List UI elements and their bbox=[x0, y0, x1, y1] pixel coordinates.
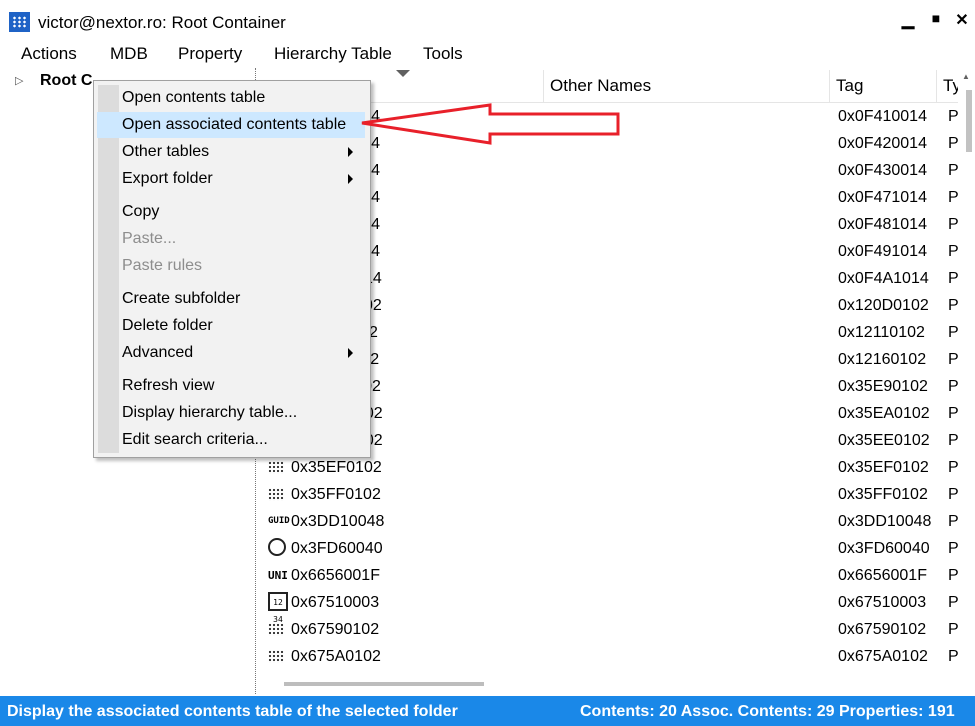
status-counts: Contents: 20 Assoc. Contents: 29 Propert… bbox=[580, 703, 955, 720]
menu-tools[interactable]: Tools bbox=[423, 44, 463, 64]
menu-item-refresh-view[interactable]: Refresh view bbox=[97, 373, 365, 399]
horizontal-scroll-thumb[interactable] bbox=[284, 682, 484, 686]
row-tag: 0x0F491014 bbox=[838, 243, 927, 260]
menu-item-label: Paste... bbox=[122, 230, 177, 247]
menu-property[interactable]: Property bbox=[178, 44, 242, 64]
table-row[interactable]: 0x35EF0102 0x35EF0102 P bbox=[258, 454, 959, 481]
menu-item-label: Export folder bbox=[122, 170, 213, 187]
row-name: 0x3DD10048 bbox=[291, 513, 385, 530]
column-header-tag[interactable]: Tag bbox=[829, 70, 936, 102]
menu-item-label: Other tables bbox=[122, 143, 210, 160]
menu-item-paste: Paste... bbox=[97, 226, 365, 252]
row-tag: 0x3DD10048 bbox=[838, 513, 932, 530]
tree-item-root-container[interactable]: Root C bbox=[40, 72, 92, 90]
menu-item-copy[interactable]: Copy bbox=[97, 199, 365, 225]
row-tag: 0x675A0102 bbox=[838, 648, 928, 665]
row-tag: 0x12110102 bbox=[838, 324, 925, 341]
table-row[interactable]: 0x35FF0102 0x35FF0102 P bbox=[258, 481, 959, 508]
title-bar: victor@nextor.ro: Root Container ▁ ■ ✕ bbox=[0, 0, 975, 40]
row-tag: 0x0F420014 bbox=[838, 135, 927, 152]
menu-item-export-folder[interactable]: Export folder bbox=[97, 166, 365, 192]
menu-item-edit-search-criteria[interactable]: Edit search criteria... bbox=[97, 427, 365, 453]
minimize-button[interactable]: ▁ bbox=[898, 10, 918, 32]
row-tag: 0x0F481014 bbox=[838, 216, 927, 233]
menu-item-label: Advanced bbox=[122, 344, 194, 361]
row-tag: 0x3FD60040 bbox=[838, 540, 930, 557]
tree-expand-icon[interactable]: ▷ bbox=[15, 74, 23, 87]
table-row[interactable]: 12 34 0x67510003 0x67510003 P bbox=[258, 589, 959, 624]
row-tag: 0x35EA0102 bbox=[838, 405, 930, 422]
maximize-button[interactable]: ■ bbox=[926, 10, 946, 32]
annotation-arrow-icon bbox=[361, 103, 620, 145]
row-tag: 0x0F4A1014 bbox=[838, 270, 929, 287]
row-tag: 0x67590102 bbox=[838, 621, 927, 638]
scroll-up-icon[interactable]: ▲ bbox=[962, 72, 970, 81]
binary-icon bbox=[268, 650, 284, 663]
row-name: 0x35EF0102 bbox=[291, 459, 382, 476]
status-message: Display the associated contents table of… bbox=[7, 703, 458, 720]
menu-hierarchy-table[interactable]: Hierarchy Table bbox=[274, 44, 392, 64]
menu-mdb[interactable]: MDB bbox=[110, 44, 148, 64]
row-tag: 0x35EE0102 bbox=[838, 432, 930, 449]
menu-item-delete-folder[interactable]: Delete folder bbox=[97, 313, 365, 339]
row-tag: 0x6656001F bbox=[838, 567, 927, 584]
menu-item-advanced[interactable]: Advanced bbox=[97, 340, 365, 366]
unicode-icon: UNI bbox=[268, 569, 288, 582]
menu-item-create-subfolder[interactable]: Create subfolder bbox=[97, 286, 365, 312]
integer-icon: 12 34 bbox=[268, 592, 288, 624]
row-name: 0x67590102 bbox=[291, 621, 380, 638]
menu-item-other-tables[interactable]: Other tables bbox=[97, 139, 365, 165]
column-header-other-names[interactable]: Other Names bbox=[543, 70, 829, 102]
close-button[interactable]: ✕ bbox=[952, 10, 972, 32]
window-title: victor@nextor.ro: Root Container bbox=[38, 13, 286, 32]
table-row[interactable]: 0x3FD60040 0x3FD60040 P bbox=[258, 535, 959, 562]
row-name: 0x67510003 bbox=[291, 594, 380, 611]
row-tag: 0x12160102 bbox=[838, 351, 927, 368]
row-tag: 0x67510003 bbox=[838, 594, 927, 611]
menu-item-label: Open associated contents table bbox=[122, 116, 347, 133]
app-icon bbox=[9, 12, 30, 32]
menu-item-label: Open contents table bbox=[122, 89, 266, 106]
row-tag: 0x120D0102 bbox=[838, 297, 929, 314]
menu-item-label: Refresh view bbox=[122, 377, 215, 394]
menu-item-open-contents-table[interactable]: Open contents table bbox=[97, 85, 365, 111]
vertical-scrollbar[interactable] bbox=[958, 70, 975, 694]
menu-item-paste-rules: Paste rules bbox=[97, 253, 365, 279]
table-row[interactable]: 0x675A0102 0x675A0102 P bbox=[258, 643, 959, 670]
row-name: 0x675A0102 bbox=[291, 648, 381, 665]
sort-down-icon bbox=[396, 70, 410, 77]
vertical-scroll-thumb[interactable] bbox=[966, 90, 972, 152]
row-name: 0x3FD60040 bbox=[291, 540, 383, 557]
row-tag: 0x0F430014 bbox=[838, 162, 927, 179]
row-name: 0x6656001F bbox=[291, 567, 380, 584]
binary-icon bbox=[268, 623, 284, 636]
guid-icon: GUID bbox=[268, 516, 290, 526]
binary-icon bbox=[268, 461, 284, 474]
menu-item-label: Paste rules bbox=[122, 257, 203, 274]
menu-item-open-associated-contents-table[interactable]: Open associated contents table bbox=[97, 112, 365, 138]
menu-item-display-hierarchy-table[interactable]: Display hierarchy table... bbox=[97, 400, 365, 426]
row-name: 0x35FF0102 bbox=[291, 486, 381, 503]
submenu-arrow-icon bbox=[348, 147, 353, 157]
menu-item-label: Copy bbox=[122, 203, 160, 220]
submenu-arrow-icon bbox=[348, 174, 353, 184]
binary-icon bbox=[268, 488, 284, 501]
folder-context-menu: Open contents table Open associated conte… bbox=[93, 80, 371, 458]
row-tag: 0x35EF0102 bbox=[838, 459, 929, 476]
submenu-arrow-icon bbox=[348, 348, 353, 358]
table-row[interactable]: GUID 0x3DD10048 0x3DD10048 P bbox=[258, 508, 959, 535]
table-row[interactable]: 0x67590102 0x67590102 P bbox=[258, 616, 959, 643]
menu-actions[interactable]: Actions bbox=[21, 44, 77, 64]
row-tag: 0x35E90102 bbox=[838, 378, 928, 395]
menu-item-label: Display hierarchy table... bbox=[122, 404, 298, 421]
row-tag: 0x0F471014 bbox=[838, 189, 927, 206]
status-bar: Display the associated contents table of… bbox=[0, 696, 975, 726]
row-tag: 0x0F410014 bbox=[838, 108, 927, 125]
row-tag: 0x35FF0102 bbox=[838, 486, 928, 503]
menu-item-label: Delete folder bbox=[122, 317, 213, 334]
menu-item-label: Edit search criteria... bbox=[122, 431, 268, 448]
clock-icon bbox=[268, 538, 286, 556]
menu-item-label: Create subfolder bbox=[122, 290, 241, 307]
table-row[interactable]: UNI 0x6656001F 0x6656001F P bbox=[258, 562, 959, 589]
